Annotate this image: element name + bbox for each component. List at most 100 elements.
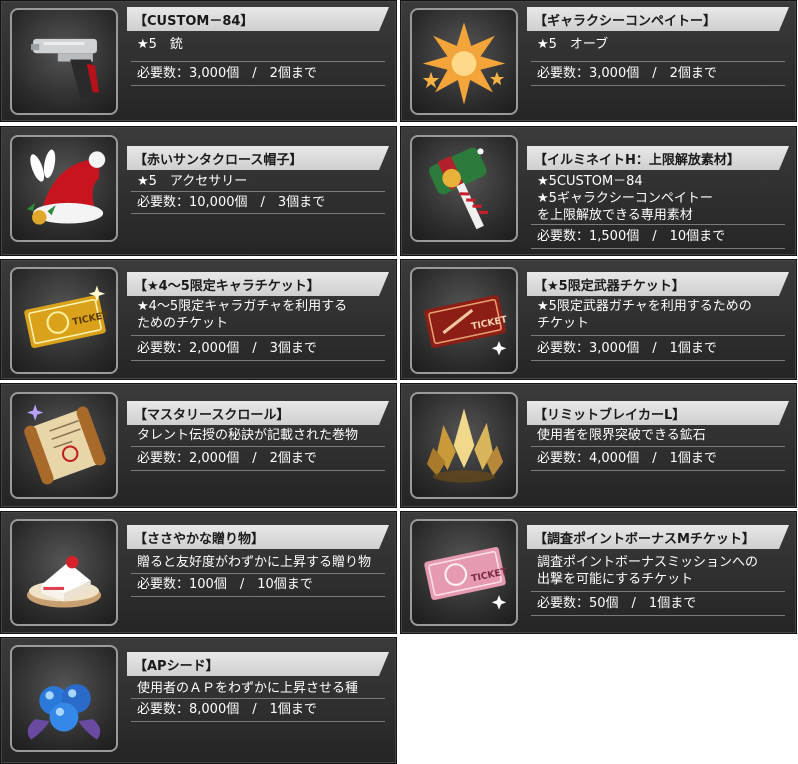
shop-item-card[interactable]: 【ギャラクシーコンペイトー】 ★5 オーブ 必要数：3,000個 / 2個まで xyxy=(400,0,797,122)
description-line: ★5CUSTOM－84 xyxy=(537,174,643,189)
divider xyxy=(531,61,785,62)
divider xyxy=(131,213,385,214)
description-line: ★5 銃 xyxy=(137,37,183,52)
hammer-icon xyxy=(410,135,518,242)
item-name-banner: 【CUSTOM－84】 xyxy=(127,7,389,31)
pistol-icon xyxy=(10,8,118,115)
item-description: 贈ると友好度がわずかに上昇する贈り物 xyxy=(137,554,389,571)
item-description: ★5 オーブ xyxy=(537,36,789,53)
item-description: ★5 銃 xyxy=(137,36,389,53)
item-name-banner: 【リミットブレイカーL】 xyxy=(527,401,789,425)
description-line: 使用者を限界突破できる鉱石 xyxy=(537,428,706,443)
item-requirement: 必要数：100個 / 10個まで xyxy=(137,577,313,592)
cake-icon xyxy=(10,519,118,626)
shop-item-card[interactable]: 【イルミネイトH：上限解放素材】 ★5CUSTOM－84 ★5ギャラクシーコンペ… xyxy=(400,126,797,256)
divider xyxy=(531,615,785,616)
description-line: タレント伝授の秘訣が記載された巻物 xyxy=(137,428,359,443)
red-ticket-icon: TICKET xyxy=(410,267,518,374)
item-name: 【CUSTOM－84】 xyxy=(134,14,254,29)
item-requirement: 必要数：3,000個 / 2個まで xyxy=(537,66,717,81)
shop-item-card[interactable]: 【リミットブレイカーL】 使用者を限界突破できる鉱石 必要数：4,000個 / … xyxy=(400,383,797,508)
description-line: ★5限定武器ガチャを利用するための xyxy=(537,299,752,314)
item-requirement: 必要数：3,000個 / 1個まで xyxy=(537,341,717,356)
item-requirement: 必要数：8,000個 / 1個まで xyxy=(137,702,317,717)
item-description: 調査ポイントボーナスミッションへの 出撃を可能にするチケット xyxy=(537,554,789,588)
item-name: 【APシード】 xyxy=(134,659,219,674)
divider xyxy=(531,446,785,447)
santa-hat-icon xyxy=(10,135,118,242)
divider xyxy=(131,335,385,336)
item-description: 使用者のＡＰをわずかに上昇させる種 xyxy=(137,680,389,697)
divider xyxy=(531,470,785,471)
item-name-banner: 【イルミネイトH：上限解放素材】 xyxy=(527,146,789,170)
divider xyxy=(531,360,785,361)
divider xyxy=(131,360,385,361)
item-requirement: 必要数：3,000個 / 2個まで xyxy=(137,66,317,81)
description-line: 使用者のＡＰをわずかに上昇させる種 xyxy=(137,681,359,696)
item-description: タレント伝授の秘訣が記載された巻物 xyxy=(137,427,389,444)
shop-item-card[interactable]: TICKET 【調査ポイントボーナスMチケット】 調査ポイントボーナスミッション… xyxy=(400,511,797,634)
divider xyxy=(131,721,385,722)
item-name-banner: 【マスタリースクロール】 xyxy=(127,401,389,425)
item-name-banner: 【調査ポイントボーナスMチケット】 xyxy=(527,525,789,549)
item-name: 【イルミネイトH：上限解放素材】 xyxy=(534,153,740,168)
item-requirement: 必要数：2,000個 / 2個まで xyxy=(137,451,317,466)
item-requirement: 必要数：1,500個 / 10個まで xyxy=(537,229,726,244)
item-name-banner: 【赤いサンタクロース帽子】 xyxy=(127,146,389,170)
description-line: 出撃を可能にするチケット xyxy=(537,572,694,587)
shop-item-card[interactable]: 【APシード】 使用者のＡＰをわずかに上昇させる種 必要数：8,000個 / 1… xyxy=(0,637,397,764)
item-requirement: 必要数：50個 / 1個まで xyxy=(537,596,697,611)
divider xyxy=(531,85,785,86)
item-name-banner: 【★5限定武器チケット】 xyxy=(527,272,789,296)
item-name-banner: 【★4～5限定キャラチケット】 xyxy=(127,272,389,296)
shop-item-card[interactable]: 【赤いサンタクロース帽子】 ★5 アクセサリー 必要数：10,000個 / 3個… xyxy=(0,126,397,256)
item-name: 【ギャラクシーコンペイトー】 xyxy=(534,14,717,29)
item-name: 【マスタリースクロール】 xyxy=(134,408,290,423)
item-name: 【★5限定武器チケット】 xyxy=(534,279,685,294)
item-requirement: 必要数：10,000個 / 3個まで xyxy=(137,195,326,210)
item-requirement: 必要数：2,000個 / 3個まで xyxy=(137,341,317,356)
divider xyxy=(131,698,385,699)
gold-ticket-icon: TICKET xyxy=(10,267,118,374)
item-description: ★5CUSTOM－84 ★5ギャラクシーコンペイトー を上限解放できる専用素材 xyxy=(537,173,789,224)
description-line: ★5 オーブ xyxy=(537,37,609,52)
divider xyxy=(131,191,385,192)
item-name: 【★4～5限定キャラチケット】 xyxy=(134,279,320,294)
divider xyxy=(131,573,385,574)
star-candy-icon xyxy=(410,8,518,115)
description-line: 贈ると友好度がわずかに上昇する贈り物 xyxy=(137,555,372,570)
description-line: ★5ギャラクシーコンペイトー xyxy=(537,191,713,206)
item-name-banner: 【ギャラクシーコンペイトー】 xyxy=(527,7,789,31)
description-line: チケット xyxy=(537,316,590,331)
item-description: 使用者を限界突破できる鉱石 xyxy=(537,427,789,444)
crystal-icon xyxy=(410,392,518,499)
item-name-banner: 【ささやかな贈り物】 xyxy=(127,525,389,549)
description-line: を上限解放できる専用素材 xyxy=(537,208,693,223)
item-name-banner: 【APシード】 xyxy=(127,652,389,676)
item-requirement: 必要数：4,000個 / 1個まで xyxy=(537,451,717,466)
blue-seeds-icon xyxy=(10,645,118,752)
shop-item-card[interactable]: TICKET 【★4～5限定キャラチケット】 ★4～5限定キャラガチャを利用する… xyxy=(0,259,397,380)
shop-item-card[interactable]: 【マスタリースクロール】 タレント伝授の秘訣が記載された巻物 必要数：2,000… xyxy=(0,383,397,508)
shop-item-card[interactable]: TICKET 【★5限定武器チケット】 ★5限定武器ガチャを利用するための チケ… xyxy=(400,259,797,380)
shop-item-card[interactable]: 【ささやかな贈り物】 贈ると友好度がわずかに上昇する贈り物 必要数：100個 /… xyxy=(0,511,397,634)
pink-ticket-icon: TICKET xyxy=(410,519,518,626)
item-description: ★5 アクセサリー xyxy=(137,173,389,190)
divider xyxy=(531,248,785,249)
shop-item-card[interactable]: 【CUSTOM－84】 ★5 銃 必要数：3,000個 / 2個まで xyxy=(0,0,397,122)
item-name: 【ささやかな贈り物】 xyxy=(134,532,265,547)
scroll-icon xyxy=(10,392,118,499)
item-name: 【調査ポイントボーナスMチケット】 xyxy=(534,532,755,547)
item-description: ★5限定武器ガチャを利用するための チケット xyxy=(537,298,789,332)
divider xyxy=(131,85,385,86)
description-line: ためのチケット xyxy=(137,316,229,331)
divider xyxy=(531,224,785,225)
divider xyxy=(131,596,385,597)
item-name: 【リミットブレイカーL】 xyxy=(534,408,686,423)
description-line: ★4～5限定キャラガチャを利用する xyxy=(137,299,348,314)
divider xyxy=(131,61,385,62)
divider xyxy=(531,335,785,336)
divider xyxy=(131,470,385,471)
description-line: ★5 アクセサリー xyxy=(137,174,248,189)
divider xyxy=(131,446,385,447)
